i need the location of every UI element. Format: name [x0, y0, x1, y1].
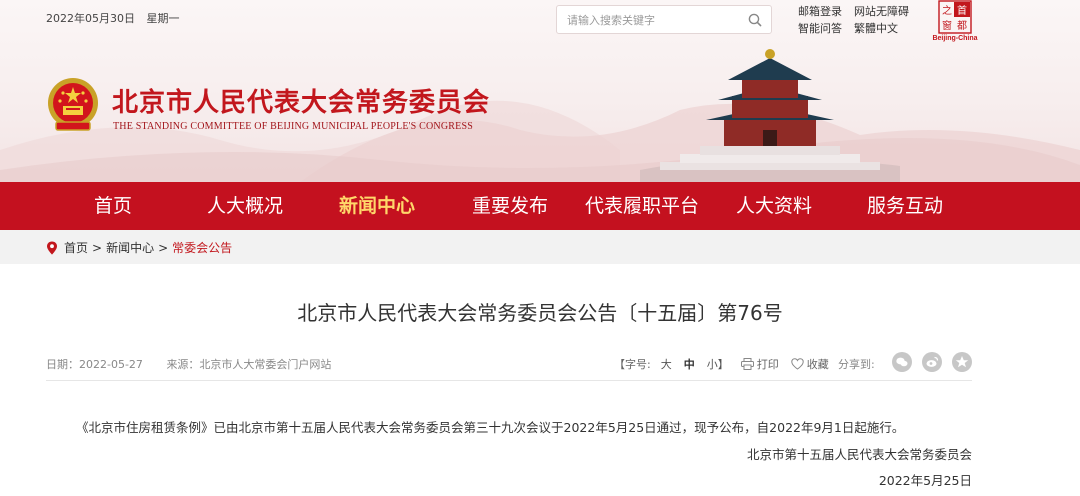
meta-divider [46, 380, 972, 381]
location-pin-icon [47, 241, 57, 254]
svg-text:首: 首 [957, 4, 967, 17]
breadcrumb-news-center[interactable]: 新闻中心 [106, 239, 154, 256]
svg-text:窗: 窗 [942, 19, 952, 32]
article-source: 来源：北京市人大常委会门户网站 [166, 358, 332, 371]
national-emblem-icon [48, 78, 98, 131]
nav-important-releases[interactable]: 重要发布 [463, 182, 557, 230]
seal-caption: Beijing-China [932, 35, 978, 42]
nav-home[interactable]: 首页 [80, 182, 146, 230]
wechat-icon[interactable] [892, 352, 912, 372]
site-title[interactable]: 北京市人民代表大会常务委员会 [112, 82, 490, 119]
breadcrumb-separator: > [158, 240, 169, 255]
site-header: 2022年05月30日 星期一 邮箱登录网站无障碍智能问答繁體中文 之 首 窗 … [0, 0, 1080, 182]
print-button[interactable]: 打印 [740, 356, 779, 372]
site-subtitle: THE STANDING COMMITTEE OF BEIJING MUNICI… [113, 121, 473, 132]
search-icon[interactable] [747, 12, 763, 28]
article-sign-date: 2022年5月25日 [878, 473, 972, 488]
search-input[interactable] [567, 11, 737, 29]
accessibility-link[interactable]: 网站无障碍 [854, 3, 909, 20]
favorite-label: 收藏 [806, 358, 829, 371]
date-line: 2022年05月30日 星期一 [46, 10, 188, 26]
article-body: 《北京市住房租赁条例》已由北京市第十五届人民代表大会常务委员会第三十九次会议于2… [76, 420, 905, 435]
star-icon[interactable] [952, 352, 972, 372]
nav-deputy-platform[interactable]: 代表履职平台 [580, 182, 704, 230]
heart-icon [791, 358, 804, 370]
svg-text:都: 都 [957, 20, 967, 32]
nav-resources[interactable]: 人大资料 [727, 182, 821, 230]
share-label: 分享到: [838, 358, 875, 371]
current-weekday: 星期一 [146, 12, 180, 25]
font-size-medium[interactable]: 中 [684, 356, 695, 372]
email-login-link[interactable]: 邮箱登录 [798, 3, 842, 20]
breadcrumb: 首页 > 新闻中心 > 常委会公告 [46, 239, 232, 256]
nav-overview[interactable]: 人大概况 [198, 182, 292, 230]
print-label: 打印 [756, 358, 779, 371]
main-nav: 首页 人大概况 新闻中心 重要发布 代表履职平台 人大资料 服务互动 [0, 182, 1080, 230]
breadcrumb-home[interactable]: 首页 [64, 239, 88, 256]
article-meta: 日期：2022-05-27 来源：北京市人大常委会门户网站 [46, 356, 351, 372]
breadcrumb-announcements[interactable]: 常委会公告 [172, 239, 232, 256]
breadcrumb-separator: > [92, 240, 103, 255]
printer-icon [740, 358, 754, 370]
nav-service-interaction[interactable]: 服务互动 [858, 182, 952, 230]
font-size-small[interactable]: 小】 [707, 356, 729, 372]
article-tools: 【字号: 大 中 小】 打印 收藏 [614, 356, 841, 372]
article-title: 北京市人民代表大会常务委员会公告〔十五届〕第76号 [297, 301, 783, 325]
favorite-button[interactable]: 收藏 [791, 356, 829, 372]
font-size-large[interactable]: 大 [661, 356, 672, 372]
article-signature: 北京市第十五届人民代表大会常务委员会 [746, 447, 972, 462]
current-date: 2022年05月30日 [46, 12, 135, 25]
article-date: 日期：2022-05-27 [46, 358, 143, 371]
font-size-label: 【字号: [614, 358, 651, 371]
nav-news-center[interactable]: 新闻中心 [330, 182, 424, 230]
temple-of-heaven-illustration [640, 49, 900, 182]
weibo-icon[interactable] [922, 352, 942, 372]
svg-text:之: 之 [942, 4, 952, 17]
breadcrumb-bar: 首页 > 新闻中心 > 常委会公告 [0, 230, 1080, 264]
